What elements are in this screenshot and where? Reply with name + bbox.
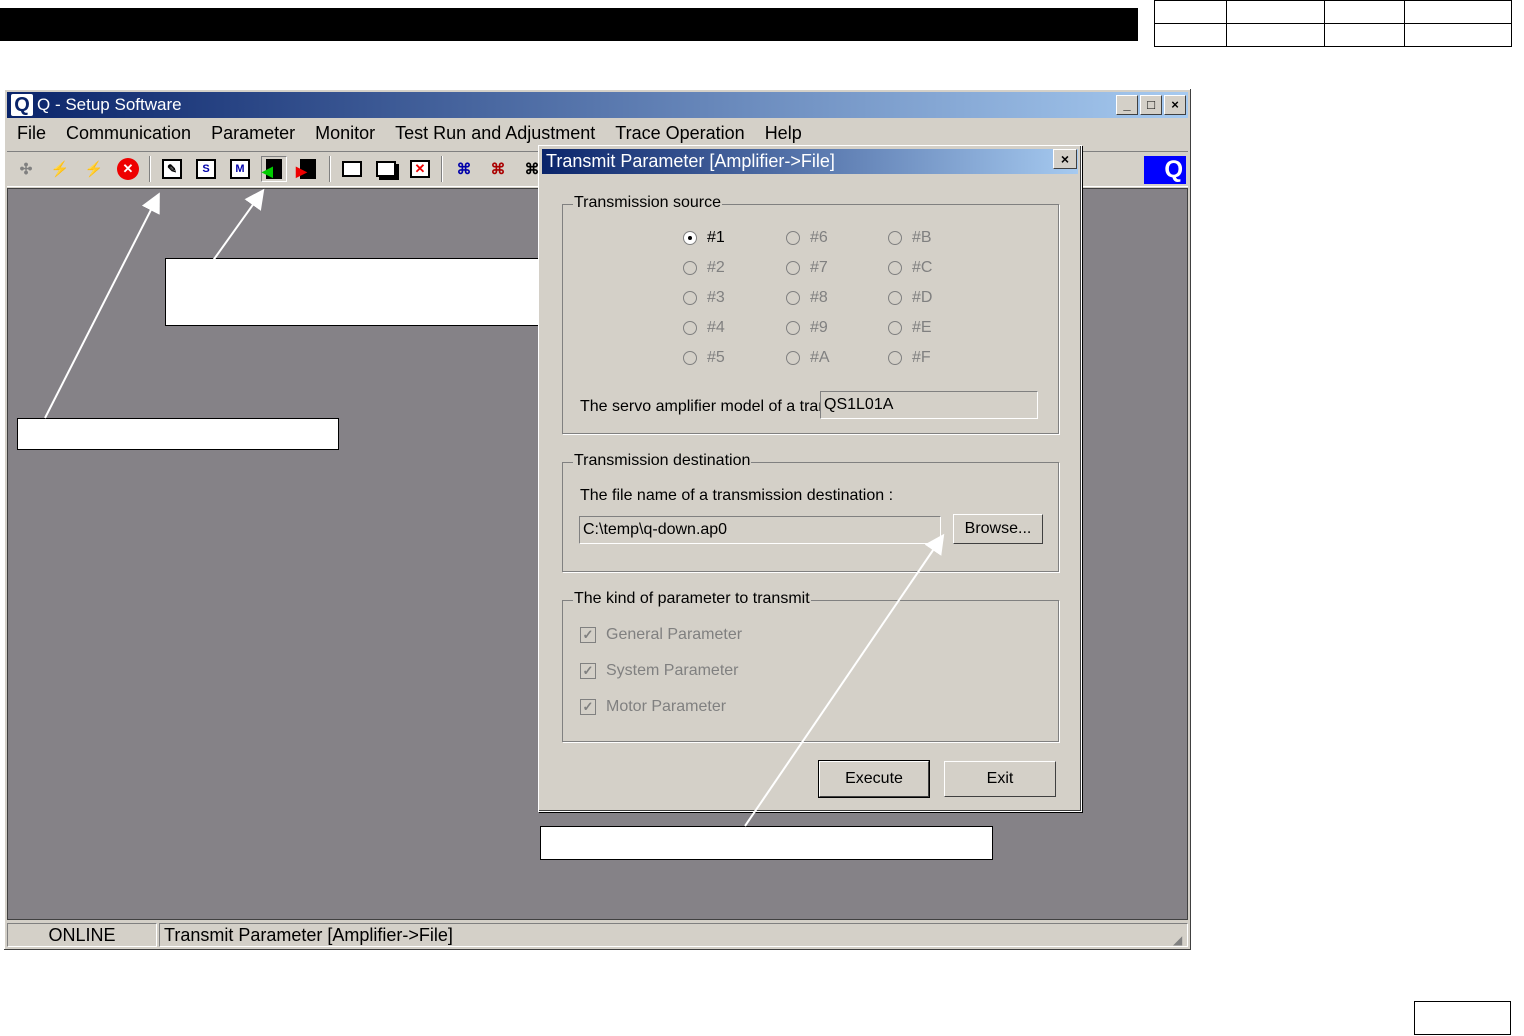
close-button[interactable]: × [1164,95,1186,115]
callout-box-transmit [165,258,599,326]
menu-file[interactable]: File [7,123,56,144]
menu-test-run[interactable]: Test Run and Adjustment [385,123,605,144]
transmit-amp-to-file-icon[interactable]: ◀ [261,156,287,182]
dialog-close-button[interactable]: × [1053,149,1077,169]
radio-icon [888,321,902,335]
menu-bar: File Communication Parameter Monitor Tes… [7,120,1188,146]
multi-monitor-icon[interactable] [373,156,399,182]
radio-icon [888,231,902,245]
brand-logo-icon: Q [1144,156,1186,184]
menu-monitor[interactable]: Monitor [305,123,385,144]
menu-communication[interactable]: Communication [56,123,201,144]
file-name-field[interactable]: C:\temp\q-down.ap0 [579,516,941,544]
radio-icon [888,351,902,365]
monitor-icon[interactable] [339,156,365,182]
radio-station-7[interactable]: #7 [786,259,828,277]
edit-parameter-icon[interactable]: ✎ [159,156,185,182]
model-field: QS1L01A [820,391,1038,419]
radio-icon [786,321,800,335]
radio-icon [683,261,697,275]
radio-icon [786,231,800,245]
system-parameter-icon[interactable]: S [193,156,219,182]
radio-icon [683,291,697,305]
connect-icon[interactable]: ✣ [13,156,39,182]
radio-icon [786,351,800,365]
radio-icon [683,351,697,365]
radio-station-5[interactable]: #5 [683,349,725,367]
status-bar: ONLINE Transmit Parameter [Amplifier->Fi… [7,923,1188,947]
menu-help[interactable]: Help [755,123,812,144]
motor-parameter-checkbox[interactable]: ✓ Motor Parameter [580,698,726,716]
page-number-box [1414,1001,1511,1035]
parameter-kind-group: The kind of parameter to transmit ✓ Gener… [562,590,1059,742]
callout-box-browse [540,826,993,860]
radio-station-a[interactable]: #A [786,349,830,367]
transmit-parameter-dialog: Transmit Parameter [Amplifier->File] × T… [538,145,1082,812]
radio-icon [888,291,902,305]
model-label: The servo amplifier model of a tran [580,398,820,415]
callout-box-edit [17,418,339,450]
radio-station-8[interactable]: #8 [786,289,828,307]
title-bar: Q Q - Setup Software _ □ × [7,92,1188,118]
status-message: Transmit Parameter [Amplifier->File] [159,923,1188,947]
status-mode: ONLINE [7,923,157,947]
radio-station-3[interactable]: #3 [683,289,725,307]
radio-icon [683,231,697,245]
jog-icon[interactable]: ⌘ [485,156,511,182]
general-parameter-checkbox[interactable]: ✓ General Parameter [580,626,742,644]
radio-station-2[interactable]: #2 [683,259,725,277]
maximize-button[interactable]: □ [1140,95,1162,115]
radio-icon [683,321,697,335]
transmission-destination-group: Transmission destination The file name o… [562,452,1059,572]
app-logo-icon: Q [11,94,33,116]
header-table [1154,0,1512,47]
radio-station-e[interactable]: #E [888,319,932,337]
window-title: Q - Setup Software [37,95,182,114]
minimize-button[interactable]: _ [1116,95,1138,115]
alarm-icon[interactable]: ✕ [407,156,433,182]
transmission-source-group: Transmission source #1 #2 #3 #4 #5 #6 #7… [562,194,1059,434]
resize-grip-icon[interactable]: ◢ [1173,933,1187,947]
radio-icon [888,261,902,275]
menu-trace[interactable]: Trace Operation [605,123,754,144]
header-bar [0,8,1138,41]
transmission-source-label: Transmission source [573,194,723,212]
radio-icon [786,291,800,305]
file-name-label: The file name of a transmission destinat… [580,487,894,504]
checkbox-icon: ✓ [580,663,596,679]
search-station-icon[interactable]: ⚡ [81,156,107,182]
radio-station-c[interactable]: #C [888,259,932,277]
menu-parameter[interactable]: Parameter [201,123,305,144]
motor-parameter-icon[interactable]: M [227,156,253,182]
radio-station-9[interactable]: #9 [786,319,828,337]
disconnect-icon[interactable]: ⚡ [47,156,73,182]
system-parameter-checkbox[interactable]: ✓ System Parameter [580,662,738,680]
radio-station-1[interactable]: #1 [683,229,725,247]
execute-button[interactable]: Execute [818,760,930,798]
radio-station-4[interactable]: #4 [683,319,725,337]
test-run-icon[interactable]: ⌘ [451,156,477,182]
radio-station-d[interactable]: #D [888,289,932,307]
transmit-file-to-amp-icon[interactable]: ▶ [295,156,321,182]
radio-station-f[interactable]: #F [888,349,931,367]
stop-icon[interactable]: ✕ [115,156,141,182]
browse-button[interactable]: Browse... [953,514,1043,544]
transmission-destination-label: Transmission destination [573,452,752,470]
checkbox-icon: ✓ [580,627,596,643]
radio-icon [786,261,800,275]
exit-button[interactable]: Exit [944,761,1056,797]
radio-station-b[interactable]: #B [888,229,932,247]
parameter-kind-label: The kind of parameter to transmit [573,590,811,608]
dialog-title: Transmit Parameter [Amplifier->File] [542,149,1078,174]
radio-station-6[interactable]: #6 [786,229,828,247]
checkbox-icon: ✓ [580,699,596,715]
